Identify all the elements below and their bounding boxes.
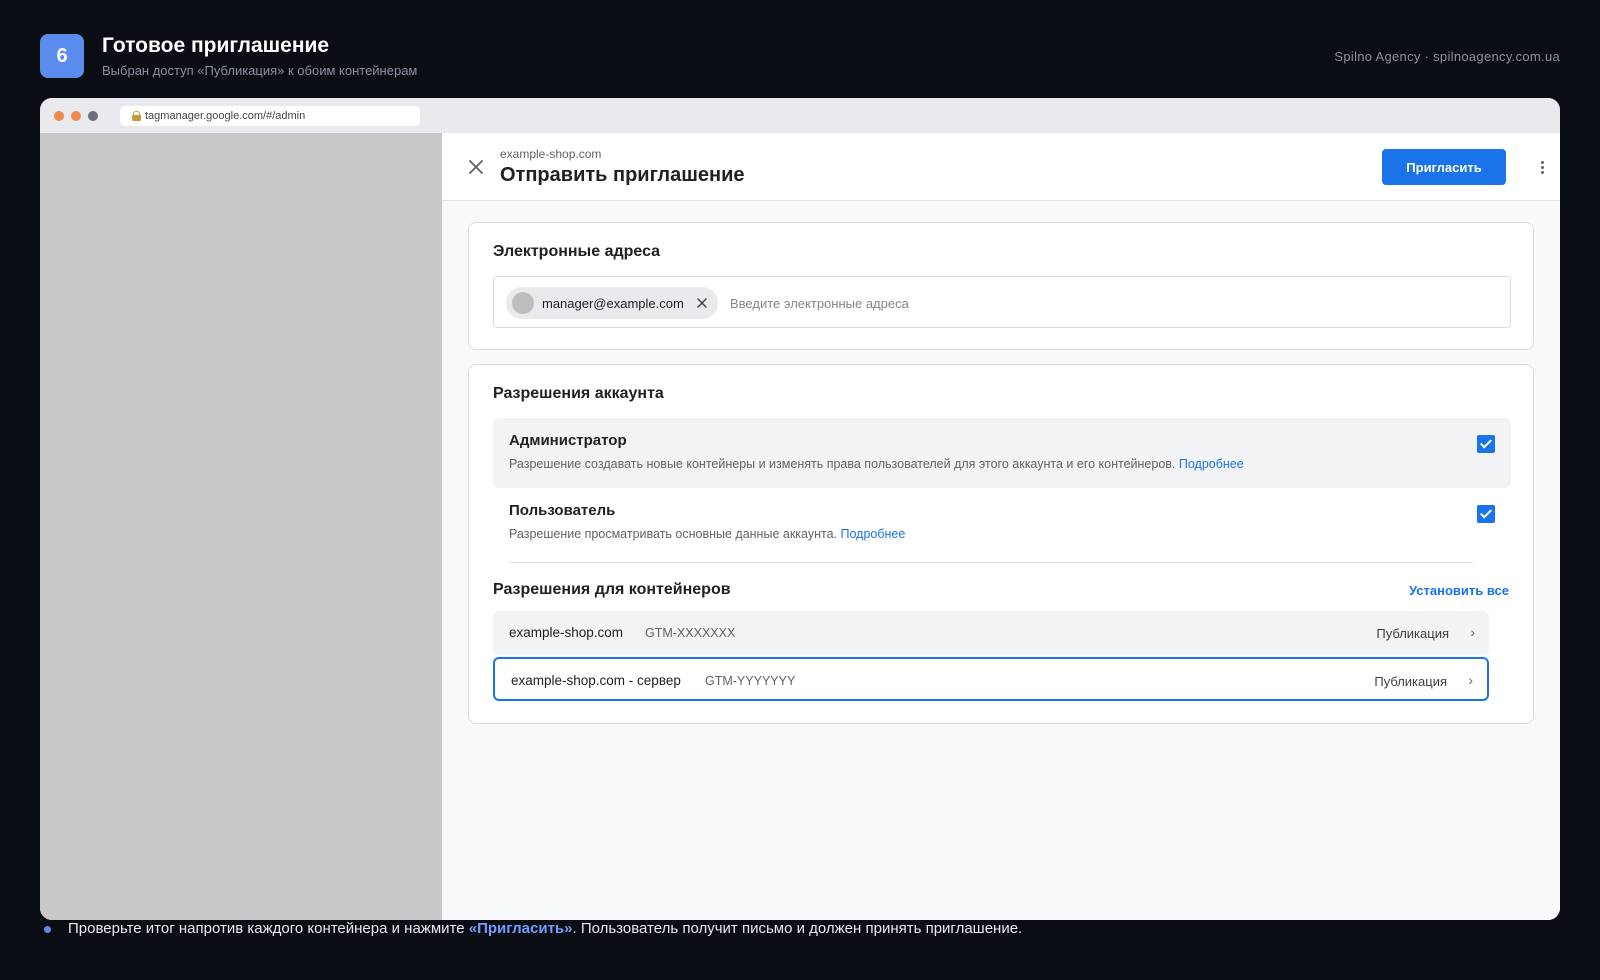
note-highlight: «Пригласить» xyxy=(468,920,573,937)
step-number-badge: 6 xyxy=(40,34,84,78)
container-id: GTM-XXXXXXX xyxy=(645,626,736,640)
divider xyxy=(509,562,1473,563)
note-text-before: Проверьте итог напротив каждого контейне… xyxy=(68,920,469,937)
close-icon[interactable] xyxy=(466,157,486,177)
dialog-header: example-shop.com Отправить приглашение П… xyxy=(442,133,1560,201)
admin-permission-desc: Разрешение создавать новые контейнеры и … xyxy=(509,457,1244,471)
url-text: tagmanager.google.com/#/admin xyxy=(145,110,306,122)
user-checkbox[interactable] xyxy=(1477,505,1495,523)
user-learn-more-link[interactable]: Подробнее xyxy=(841,527,906,541)
admin-learn-more-link[interactable]: Подробнее xyxy=(1179,457,1244,471)
permissions-card: Разрешения аккаунта Администратор Разреш… xyxy=(468,364,1534,724)
invite-dialog: example-shop.com Отправить приглашение П… xyxy=(442,133,1560,920)
avatar xyxy=(512,292,534,314)
container-name: example-shop.com - сервер xyxy=(511,673,681,688)
step-title: Готовое приглашение xyxy=(102,34,330,57)
lock-icon xyxy=(132,111,141,121)
container-row[interactable]: example-shop.com - сервер GTM-YYYYYYY Пу… xyxy=(493,657,1489,701)
user-desc-text: Разрешение просматривать основные данные… xyxy=(509,527,838,541)
container-role: Публикация xyxy=(1374,674,1447,689)
brand-text: Spilno Agency · spilnoagency.com.ua xyxy=(1334,49,1560,64)
left-panel-overlay xyxy=(40,133,442,920)
permission-row-user: Пользователь Разрешение просматривать ос… xyxy=(493,488,1511,558)
account-permissions-title: Разрешения аккаунта xyxy=(493,385,664,402)
email-input[interactable] xyxy=(730,292,1490,314)
dialog-title: Отправить приглашение xyxy=(500,164,745,186)
invite-button[interactable]: Пригласить xyxy=(1382,149,1506,185)
browser-window: tagmanager.google.com/#/admin example-sh… xyxy=(40,98,1560,920)
chevron-right-icon: › xyxy=(1470,624,1475,640)
admin-desc-text: Разрешение создавать новые контейнеры и … xyxy=(509,457,1176,471)
container-id: GTM-YYYYYYY xyxy=(705,674,796,688)
container-role: Публикация xyxy=(1376,626,1449,641)
window-close-dot[interactable] xyxy=(54,111,64,121)
user-permission-name: Пользователь xyxy=(509,502,616,519)
chevron-right-icon: › xyxy=(1468,672,1473,688)
permission-row-admin: Администратор Разрешение создавать новые… xyxy=(493,418,1511,488)
instruction-note: Проверьте итог напротив каждого контейне… xyxy=(68,920,1022,937)
remove-chip-icon[interactable] xyxy=(696,297,708,309)
address-bar[interactable]: tagmanager.google.com/#/admin xyxy=(120,106,420,126)
container-permissions-title: Разрешения для контейнеров xyxy=(493,581,731,598)
email-addresses-title: Электронные адреса xyxy=(493,243,661,260)
admin-checkbox[interactable] xyxy=(1477,435,1495,453)
email-field[interactable]: manager@example.com xyxy=(493,276,1511,328)
user-permission-desc: Разрешение просматривать основные данные… xyxy=(509,527,905,541)
dialog-domain: example-shop.com xyxy=(500,147,602,161)
container-row[interactable]: example-shop.com GTM-XXXXXXX Публикация … xyxy=(493,611,1489,655)
more-options-icon[interactable] xyxy=(1534,157,1550,177)
admin-permission-name: Администратор xyxy=(509,432,627,449)
bullet-icon xyxy=(44,926,51,933)
window-minimize-dot[interactable] xyxy=(71,111,81,121)
browser-toolbar: tagmanager.google.com/#/admin xyxy=(40,98,1560,133)
container-name: example-shop.com xyxy=(509,625,624,640)
email-chip[interactable]: manager@example.com xyxy=(506,287,718,319)
note-text-after: . Пользователь получит письмо и должен п… xyxy=(572,920,1023,937)
email-addresses-card: Электронные адреса manager@example.com xyxy=(468,222,1534,350)
set-all-link[interactable]: Установить все xyxy=(1409,583,1509,598)
step-subtitle: Выбран доступ «Публикация» к обоим конте… xyxy=(102,63,418,78)
email-chip-label: manager@example.com xyxy=(542,295,684,311)
window-maximize-dot[interactable] xyxy=(88,111,98,121)
